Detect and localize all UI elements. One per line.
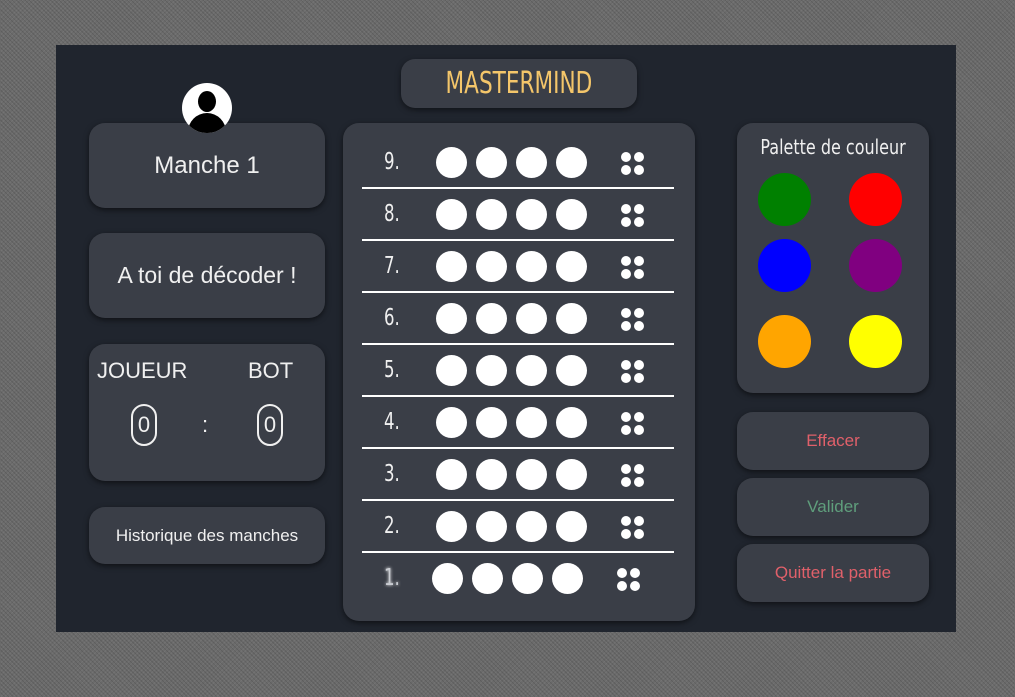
guess-peg-slot	[476, 355, 507, 386]
guess-peg-slot	[476, 303, 507, 334]
row-number: 1.	[384, 565, 400, 591]
guess-peg-slot	[436, 251, 467, 282]
color-swatch-purple[interactable]	[849, 239, 902, 292]
row-number: 9.	[384, 149, 400, 175]
row-number: 7.	[384, 253, 400, 279]
score-card: JOUEUR BOT 0 : 0	[89, 344, 325, 481]
row-number: 6.	[384, 305, 400, 331]
guess-peg-slot	[476, 147, 507, 178]
guess-peg-slot	[436, 407, 467, 438]
guess-peg-slot	[436, 511, 467, 542]
guess-peg-slot	[436, 303, 467, 334]
guess-peg-slot	[556, 459, 587, 490]
player-label: JOUEUR	[97, 358, 188, 383]
guess-peg-slot	[436, 147, 467, 178]
guess-row: 9.	[362, 137, 674, 189]
round-card: Manche 1	[89, 123, 325, 208]
bot-score: 0	[257, 404, 283, 446]
guess-peg-slot	[516, 511, 547, 542]
guess-row: 5.	[362, 345, 674, 397]
guess-peg-slot	[516, 251, 547, 282]
hint-pegs-icon	[621, 256, 645, 280]
guess-peg-slot[interactable]	[432, 563, 463, 594]
validate-button[interactable]: Valider	[737, 478, 929, 536]
guess-peg-slot	[476, 407, 507, 438]
guess-row: 4.	[362, 397, 674, 449]
round-label: Manche 1	[154, 151, 260, 179]
guess-peg-slot	[476, 511, 507, 542]
row-number: 4.	[384, 409, 400, 435]
validate-label: Valider	[807, 497, 859, 516]
guess-row: 7.	[362, 241, 674, 293]
guess-peg-slot	[436, 199, 467, 230]
guess-peg-slot	[556, 355, 587, 386]
guess-peg-slot[interactable]	[552, 563, 583, 594]
row-number: 5.	[384, 357, 400, 383]
guess-row: 1.	[362, 553, 674, 605]
guess-peg-slot	[556, 303, 587, 334]
guess-peg-slot	[476, 251, 507, 282]
score-separator: :	[202, 412, 209, 437]
row-number: 2.	[384, 513, 400, 539]
guess-peg-slot	[516, 303, 547, 334]
row-number: 3.	[384, 461, 400, 487]
guess-peg-slot	[516, 147, 547, 178]
guess-peg-slot	[556, 199, 587, 230]
color-palette: Palette de couleur	[737, 123, 929, 393]
row-number: 8.	[384, 201, 400, 227]
guess-peg-slot	[436, 355, 467, 386]
guess-peg-slot	[556, 511, 587, 542]
hint-pegs-icon	[621, 360, 645, 384]
clear-label: Effacer	[806, 431, 860, 450]
quit-label: Quitter la partie	[774, 563, 892, 582]
guess-row: 6.	[362, 293, 674, 345]
guess-row: 2.	[362, 501, 674, 553]
avatar-icon	[182, 83, 232, 133]
color-swatch-orange[interactable]	[758, 315, 811, 368]
guess-peg-slot	[516, 407, 547, 438]
hint-pegs-icon	[621, 412, 645, 436]
color-swatch-blue[interactable]	[758, 239, 811, 292]
player-score: 0	[131, 404, 157, 446]
clear-button[interactable]: Effacer	[737, 412, 929, 470]
guess-peg-slot	[476, 459, 507, 490]
guess-row: 3.	[362, 449, 674, 501]
game-board: MASTERMIND Manche 1 A toi de décoder ! J…	[56, 45, 956, 632]
color-swatch-green[interactable]	[758, 173, 811, 226]
guess-peg-slot	[436, 459, 467, 490]
guess-peg-slot	[476, 199, 507, 230]
guess-peg-slot[interactable]	[512, 563, 543, 594]
title-banner: MASTERMIND	[401, 59, 637, 108]
history-button[interactable]: Historique des manches	[89, 507, 325, 564]
color-swatch-red[interactable]	[849, 173, 902, 226]
guess-peg-slot	[556, 251, 587, 282]
hint-pegs-icon	[621, 464, 645, 488]
hint-pegs-icon	[621, 516, 645, 540]
guess-peg-slot	[516, 199, 547, 230]
hint-pegs-icon	[621, 152, 645, 176]
hint-pegs-icon	[621, 308, 645, 332]
hint-pegs-icon	[617, 568, 641, 592]
color-swatch-yellow[interactable]	[849, 315, 902, 368]
instruction-text: A toi de décoder !	[117, 262, 297, 288]
instruction-card: A toi de décoder !	[89, 233, 325, 318]
quit-button[interactable]: Quitter la partie	[737, 544, 929, 602]
guess-board: 9. 8. 7. 6. 5. 4. 3. 2. 1.	[343, 123, 695, 621]
guess-peg-slot	[556, 147, 587, 178]
hint-pegs-icon	[621, 204, 645, 228]
guess-peg-slot[interactable]	[472, 563, 503, 594]
history-label: Historique des manches	[115, 525, 299, 545]
guess-peg-slot	[556, 407, 587, 438]
guess-peg-slot	[516, 459, 547, 490]
game-title: MASTERMIND	[445, 66, 593, 101]
bot-label: BOT	[248, 358, 294, 383]
guess-peg-slot	[516, 355, 547, 386]
guess-row: 8.	[362, 189, 674, 241]
palette-title: Palette de couleur	[760, 135, 906, 159]
